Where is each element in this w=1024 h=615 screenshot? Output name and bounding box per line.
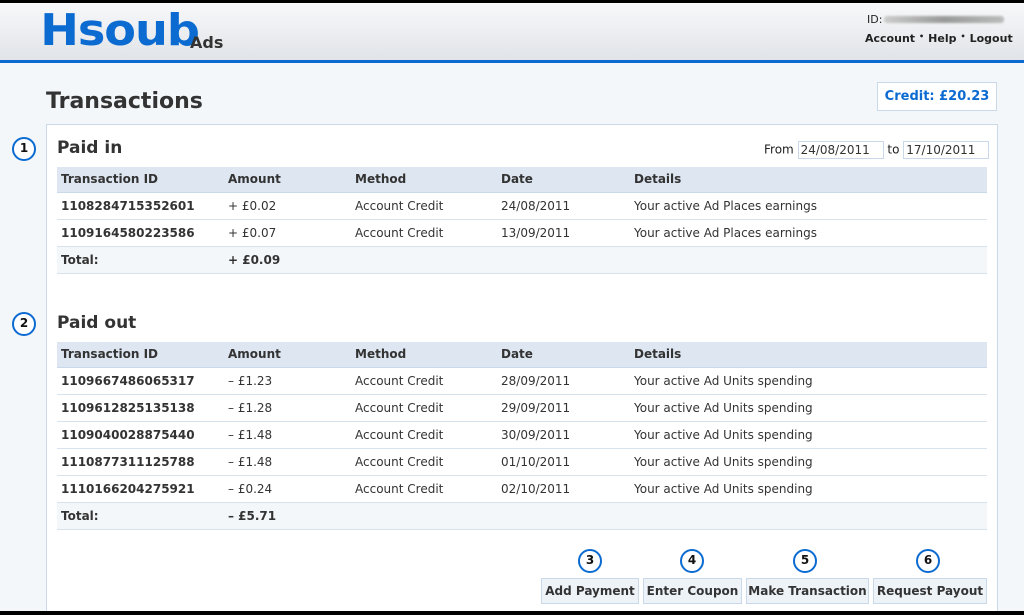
paid-in-title: Paid in (57, 138, 123, 158)
from-date-input[interactable] (797, 141, 884, 159)
cell: 13/09/2011 (497, 219, 630, 247)
cell: 1109164580223586 (57, 219, 224, 247)
cell: 1110166204275921 (57, 475, 224, 503)
cell: + £0.07 (224, 219, 351, 247)
cell: 1109040028875440 (57, 421, 224, 449)
total-amount: – £5.71 (224, 502, 351, 530)
column-header: Details (630, 342, 987, 368)
column-header: Transaction ID (57, 342, 224, 368)
total-amount: + £0.09 (224, 246, 351, 274)
table-row: 1110877311125788– £1.48 Account Credit 01/… (57, 448, 987, 476)
column-header: Date (497, 167, 630, 193)
cell: 01/10/2011 (497, 448, 630, 476)
table-row: 1109040028875440– £1.48 Account Credit 30/… (57, 421, 987, 449)
cell: – £1.48 (224, 421, 351, 449)
cell: Account Credit (351, 219, 497, 247)
make-transaction-button[interactable]: Make Transaction (746, 578, 869, 604)
cell: Your active Ad Units spending (630, 421, 987, 449)
cell: 1109612825135138 (57, 394, 224, 422)
column-header: Amount (224, 167, 351, 193)
enter-coupon-button[interactable]: Enter Coupon (643, 578, 742, 604)
column-header: Details (630, 167, 987, 193)
cell: Your active Ad Units spending (630, 394, 987, 422)
help-link[interactable]: Help (928, 32, 956, 45)
cell: Account Credit (351, 475, 497, 503)
header: Hsoub Ads ID: Account • Help • Logout (0, 3, 1024, 63)
table-row: 1109164580223586 + £0.07 Account Credit 13/… (57, 219, 987, 247)
cell: Account Credit (351, 192, 497, 220)
cell: + £0.02 (224, 192, 351, 220)
marker-2: 2 (12, 312, 36, 336)
column-header: Amount (224, 342, 351, 368)
to-label: to (887, 142, 900, 157)
column-header: Date (497, 342, 630, 368)
table-row: 1109667486065317– £1.23 Account Credit 28/… (57, 367, 987, 395)
logo[interactable]: Hsoub (40, 5, 200, 56)
cell: Your active Ad Units spending (630, 448, 987, 476)
user-links: Account • Help • Logout (865, 32, 1013, 45)
paid-out-table: Transaction ID Amount Method Date Details 110… (57, 342, 987, 530)
cell: – £1.28 (224, 394, 351, 422)
logout-link[interactable]: Logout (970, 32, 1013, 45)
logo-sub: Ads (190, 33, 224, 52)
credit-balance: Credit: £20.23 (877, 82, 997, 111)
marker-5: 5 (793, 549, 817, 573)
table-row: 1108284715352601 + £0.02 Account Credit 24/… (57, 192, 987, 220)
total-row: Total: + £0.09 (57, 246, 987, 274)
cell: 1108284715352601 (57, 192, 224, 220)
to-date-input[interactable] (903, 141, 990, 159)
cell: – £0.24 (224, 475, 351, 503)
cell: 29/09/2011 (497, 394, 630, 422)
marker-1: 1 (12, 137, 36, 161)
cell: 1109667486065317 (57, 367, 224, 395)
table-row: 1110166204275921– £0.24 Account Credit 02/… (57, 475, 987, 503)
total-label: Total: (57, 502, 224, 530)
add-payment-button[interactable]: Add Payment (541, 578, 639, 604)
marker-4: 4 (680, 549, 704, 573)
marker-6: 6 (916, 549, 940, 573)
cell: – £1.23 (224, 367, 351, 395)
request-payout-button[interactable]: Request Payout (873, 578, 987, 604)
user-id-redacted (884, 16, 1004, 23)
cell: 28/09/2011 (497, 367, 630, 395)
cell: 1110877311125788 (57, 448, 224, 476)
cell: Your active Ad Places earnings (630, 219, 987, 247)
page-title: Transactions (46, 89, 203, 114)
cell: Your active Ad Units spending (630, 475, 987, 503)
cell: – £1.48 (224, 448, 351, 476)
cell: Your active Ad Places earnings (630, 192, 987, 220)
from-label: From (764, 142, 794, 157)
marker-3: 3 (578, 549, 602, 573)
column-header: Method (351, 342, 497, 368)
column-header: Method (351, 167, 497, 193)
table-row: 1109612825135138– £1.28 Account Credit 29/… (57, 394, 987, 422)
page: Hsoub Ads ID: Account • Help • Logout Transa… (0, 3, 1024, 611)
cell: 24/08/2011 (497, 192, 630, 220)
cell: Account Credit (351, 367, 497, 395)
date-filter: From to (764, 141, 990, 159)
cell: 30/09/2011 (497, 421, 630, 449)
cell: 02/10/2011 (497, 475, 630, 503)
table-header-row: Transaction ID Amount Method Date Details (57, 342, 987, 368)
paid-in-table: Transaction ID Amount Method Date Details 110… (57, 167, 987, 274)
cell: Your active Ad Units spending (630, 367, 987, 395)
column-header: Transaction ID (57, 167, 224, 193)
paid-out-title: Paid out (57, 313, 137, 333)
cell: Account Credit (351, 421, 497, 449)
total-row: Total: – £5.71 (57, 502, 987, 530)
table-header-row: Transaction ID Amount Method Date Details (57, 167, 987, 193)
cell: Account Credit (351, 448, 497, 476)
user-id-label: ID: (867, 13, 883, 26)
account-link[interactable]: Account (865, 32, 915, 45)
total-label: Total: (57, 246, 224, 274)
cell: Account Credit (351, 394, 497, 422)
